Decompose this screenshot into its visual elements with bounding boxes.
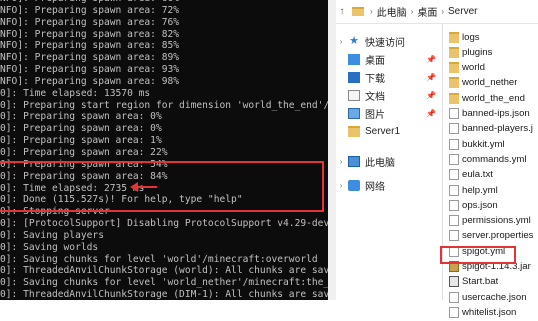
pin-icon: 📌 <box>426 54 436 64</box>
file-name: commands.yml <box>462 153 527 165</box>
star-icon: ★ <box>349 34 359 47</box>
file-name: world_nether <box>462 77 518 89</box>
folder-icon <box>352 7 364 16</box>
navigation-pane: › ★ 快速访问 桌面 📌 下载 📌 文档 📌 图片 📌 Server1 › 此电脑 › 网络 <box>336 24 442 300</box>
network-icon <box>348 179 360 191</box>
download-icon <box>348 71 360 83</box>
console-line: NFO]: Preparing spawn area: 76% <box>0 16 180 28</box>
console-line: 0]: Saving chunks for level 'world'/mine… <box>0 253 318 265</box>
file-row[interactable]: whitelist.json <box>443 303 538 321</box>
console-line: 0]: Saving chunks for level 'world_nethe… <box>0 277 336 289</box>
console-line: 0]: Saving worlds <box>0 241 99 253</box>
chevron-up-icon[interactable]: ↑ <box>336 6 348 17</box>
file-icon <box>449 138 459 150</box>
chevron-right-icon[interactable]: › <box>336 37 346 46</box>
nav-item-label: 文档 <box>365 91 385 103</box>
file-name: ops.json <box>462 199 498 211</box>
nav-item-label: 下载 <box>365 73 385 85</box>
nav-item-2[interactable]: 桌面 📌 <box>336 50 442 68</box>
desktop-icon <box>348 53 360 65</box>
file-icon <box>449 153 459 165</box>
file-name: eula.txt <box>462 169 493 181</box>
folder-icon <box>449 46 459 58</box>
pin-icon: 📌 <box>426 72 436 82</box>
folder-icon <box>449 92 459 104</box>
nav-item-5[interactable]: 图片 📌 <box>336 104 442 122</box>
file-name: help.yml <box>462 184 498 196</box>
console-line: 0]: Preparing spawn area: 1% <box>0 135 162 147</box>
file-name: usercache.json <box>462 291 527 303</box>
console-line: NFO]: Preparing spawn area: 82% <box>0 28 180 40</box>
nav-item-1[interactable]: › ★ 快速访问 <box>336 32 442 50</box>
nav-item-7[interactable]: › 此电脑 <box>336 152 442 170</box>
breadcrumb-server[interactable]: Server <box>448 6 477 17</box>
highlight-box-stopping <box>0 161 324 212</box>
console-line: NFO]: Preparing spawn area: 72% <box>0 4 180 16</box>
computer-icon <box>348 155 360 167</box>
file-name: whitelist.json <box>462 306 517 318</box>
nav-item-label: 图片 <box>365 109 385 121</box>
console-line: 0]: Preparing spawn area: 0% <box>0 111 162 123</box>
console-line: 0]: ThreadedAnvilChunkStorage (DIM-1): A… <box>0 289 336 300</box>
server-console[interactable]: NFO]: Preparing spawn area: 66%NFO]: Pre… <box>0 0 336 300</box>
console-output: NFO]: Preparing spawn area: 66%NFO]: Pre… <box>0 0 336 300</box>
chevron-right-icon[interactable]: › <box>336 157 346 166</box>
nav-item-label: 此电脑 <box>365 157 395 169</box>
console-line: NFO]: Preparing spawn area: 98% <box>0 75 180 87</box>
breadcrumb-desktop[interactable]: 桌面 <box>417 4 437 19</box>
chevron-right-icon[interactable]: › <box>336 181 346 190</box>
arrow-icon <box>130 182 157 192</box>
file-icon <box>449 184 459 196</box>
file-icon <box>449 169 459 181</box>
file-icon <box>449 199 459 211</box>
nav-item-3[interactable]: 下载 📌 <box>336 68 442 86</box>
file-explorer-window: ↑ › 此电脑 › 桌面 › Server › ★ 快速访问 桌面 📌 下载 📌 文档 📌 图片 📌… <box>328 0 538 318</box>
console-line: 0]: Saving players <box>0 229 104 241</box>
file-icon <box>449 123 459 135</box>
console-line: NFO]: Preparing spawn area: 93% <box>0 64 180 76</box>
file-name: world <box>462 62 485 74</box>
nav-item-label: 桌面 <box>365 55 385 67</box>
file-icon <box>449 230 459 242</box>
file-name: logs <box>462 31 480 43</box>
nav-item-6[interactable]: Server1 <box>336 122 442 140</box>
console-line: NFO]: Preparing spawn area: 85% <box>0 40 180 52</box>
batch-file-icon <box>449 276 459 288</box>
file-icon <box>449 306 459 318</box>
file-name: world_the_end <box>462 92 525 104</box>
highlight-box-jar <box>440 246 516 264</box>
console-line: 0]: Preparing spawn area: 22% <box>0 146 168 158</box>
file-icon <box>449 291 459 303</box>
console-line: NFO]: Preparing spawn area: 89% <box>0 52 180 64</box>
nav-item-label: 快速访问 <box>365 37 405 49</box>
console-line: 0]: Preparing spawn area: 0% <box>0 123 162 135</box>
console-line: 0]: ThreadedAnvilChunkStorage (world): A… <box>0 265 336 277</box>
file-name: plugins <box>462 46 493 58</box>
file-icon <box>449 108 459 119</box>
console-line: 0]: [ProtocolSupport] Disabling Protocol… <box>0 218 336 230</box>
picture-icon <box>348 107 360 119</box>
file-name: Start.bat <box>462 276 499 288</box>
console-line: 0]: Time elapsed: 13570 ms <box>0 87 151 99</box>
folder-icon <box>348 125 360 137</box>
nav-item-label: 网络 <box>365 181 385 193</box>
nav-item-4[interactable]: 文档 📌 <box>336 86 442 104</box>
console-line: 0]: Preparing start region for dimension… <box>0 99 336 111</box>
file-name: server.properties <box>462 230 534 242</box>
document-icon <box>348 89 360 101</box>
nav-item-label: Server1 <box>365 125 401 137</box>
file-name: permissions.yml <box>462 215 531 227</box>
nav-item-8[interactable]: › 网络 <box>336 176 442 194</box>
file-icon <box>449 215 459 227</box>
breadcrumb-this-pc[interactable]: 此电脑 <box>377 4 407 19</box>
file-name: bukkit.yml <box>462 138 505 150</box>
folder-icon <box>449 77 459 89</box>
folder-icon <box>449 31 459 43</box>
pin-icon: 📌 <box>426 108 436 118</box>
file-name: banned-players.j <box>462 123 533 135</box>
address-bar[interactable]: ↑ › 此电脑 › 桌面 › Server <box>336 0 538 24</box>
pin-icon: 📌 <box>426 90 436 100</box>
folder-icon <box>449 62 459 74</box>
file-name: banned-ips.json <box>462 108 530 119</box>
